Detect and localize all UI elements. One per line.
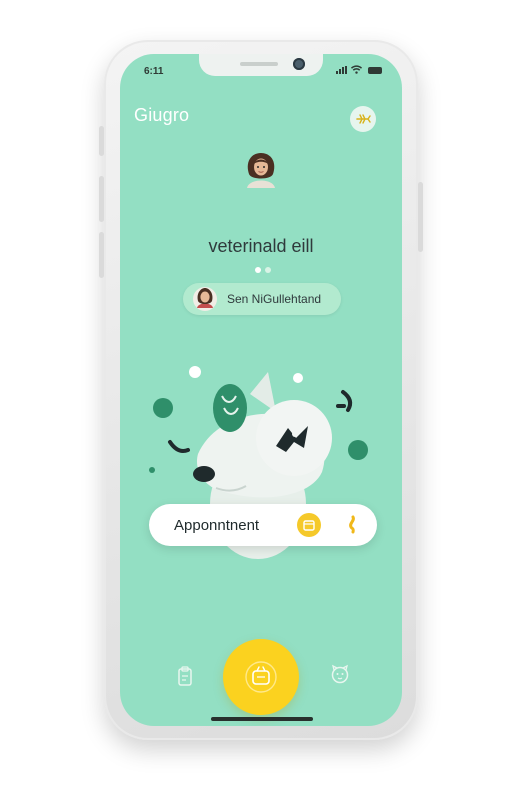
page-dot [265,267,271,273]
side-button-volume-up [99,176,104,222]
side-button-mute [99,126,104,156]
appointment-button[interactable]: Apponntnent [149,504,377,546]
pet-face-icon[interactable] [330,664,350,684]
app-screen: 6:11 Giugro veterinald eill Sen NiGulleh… [120,54,402,726]
calendar-icon [297,513,321,537]
pet-carrier-button[interactable] [223,639,299,715]
profile-title: veterinald eill [208,236,314,256]
clipboard-icon[interactable] [178,666,192,686]
fish-bone-icon[interactable] [350,106,376,132]
page-indicator [255,267,271,273]
avatar[interactable] [243,152,279,188]
speaker [240,62,278,66]
camera-icon [293,58,305,70]
paw-icon[interactable] [345,515,359,535]
app-title: Giugro [134,105,190,125]
phone-frame: 6:11 Giugro veterinald eill Sen NiGulleh… [99,40,423,740]
notch [199,54,323,76]
home-indicator[interactable] [211,717,313,721]
pet-carrier-icon [245,661,277,693]
vet-name: Sen NiGullehtand [227,292,322,306]
vet-avatar [193,287,217,311]
status-time: 6:11 [144,66,164,77]
vet-name-chip[interactable]: Sen NiGullehtand [183,283,341,315]
page-dot-active [255,267,261,273]
appointment-label: Apponntnent [174,517,260,534]
side-button-power [418,182,423,252]
side-button-volume-down [99,232,104,278]
status-icons [336,65,382,74]
wifi-icon [351,65,362,74]
signal-icon [336,66,347,74]
battery-icon [368,67,382,74]
